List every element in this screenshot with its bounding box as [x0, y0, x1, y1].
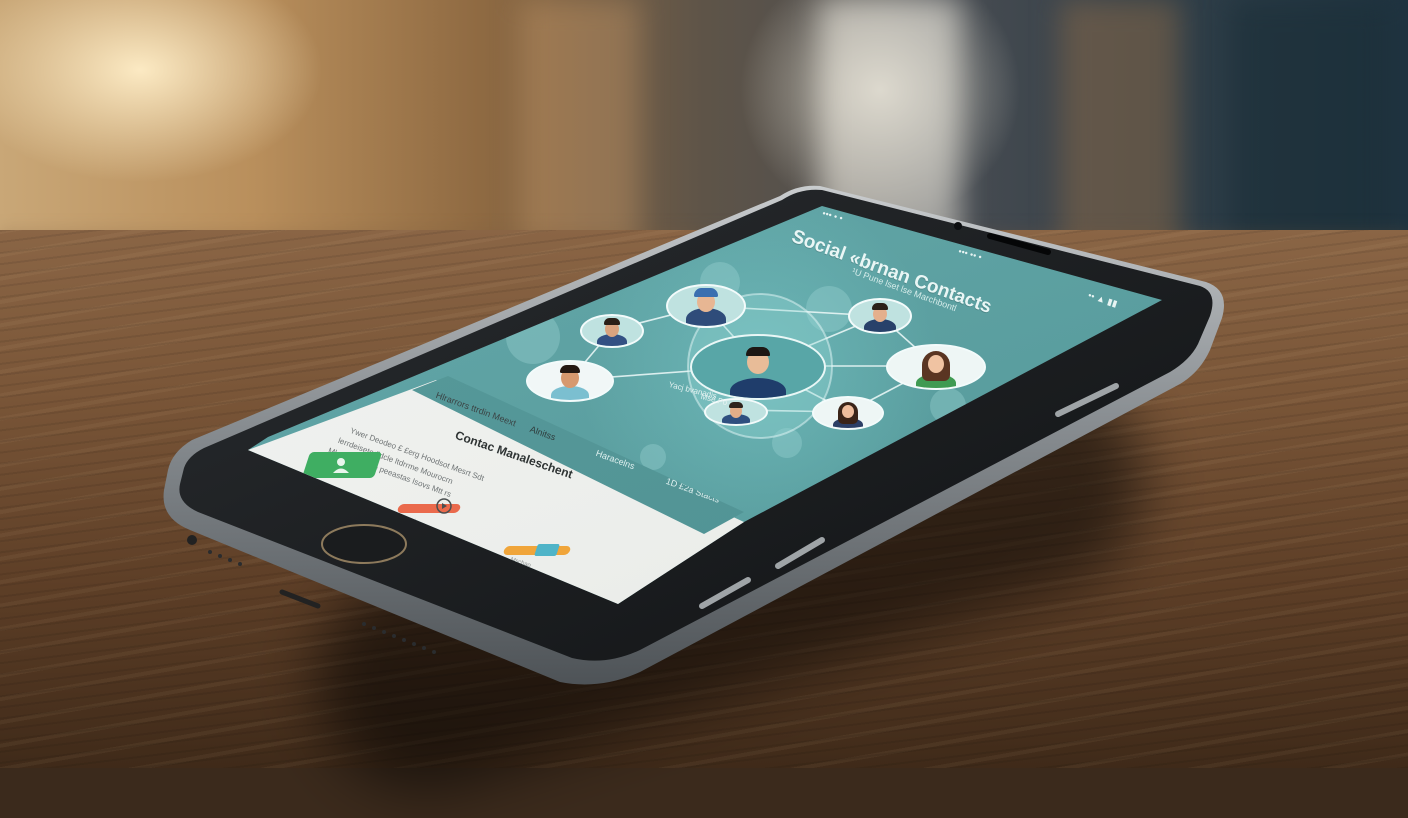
play-icon [436, 498, 452, 514]
person-suit-avatar-icon [730, 378, 786, 398]
contact-avatar-left[interactable] [580, 314, 644, 348]
contact-avatar-right[interactable] [886, 344, 986, 390]
lightning-port [279, 589, 321, 609]
contact-avatar-far-left[interactable] [526, 360, 614, 402]
contact-avatar-top-right[interactable] [848, 298, 912, 334]
headphone-jack [187, 535, 197, 545]
contact-avatar-top[interactable] [666, 284, 746, 328]
person-icon [333, 458, 349, 473]
card-icon [534, 544, 560, 556]
home-button[interactable] [321, 524, 407, 564]
tab-alerts[interactable]: Alnitss [529, 424, 557, 442]
front-camera [954, 222, 962, 230]
person-smiling-avatar-icon [551, 385, 589, 400]
contact-avatar-bottom-right[interactable] [812, 396, 884, 430]
